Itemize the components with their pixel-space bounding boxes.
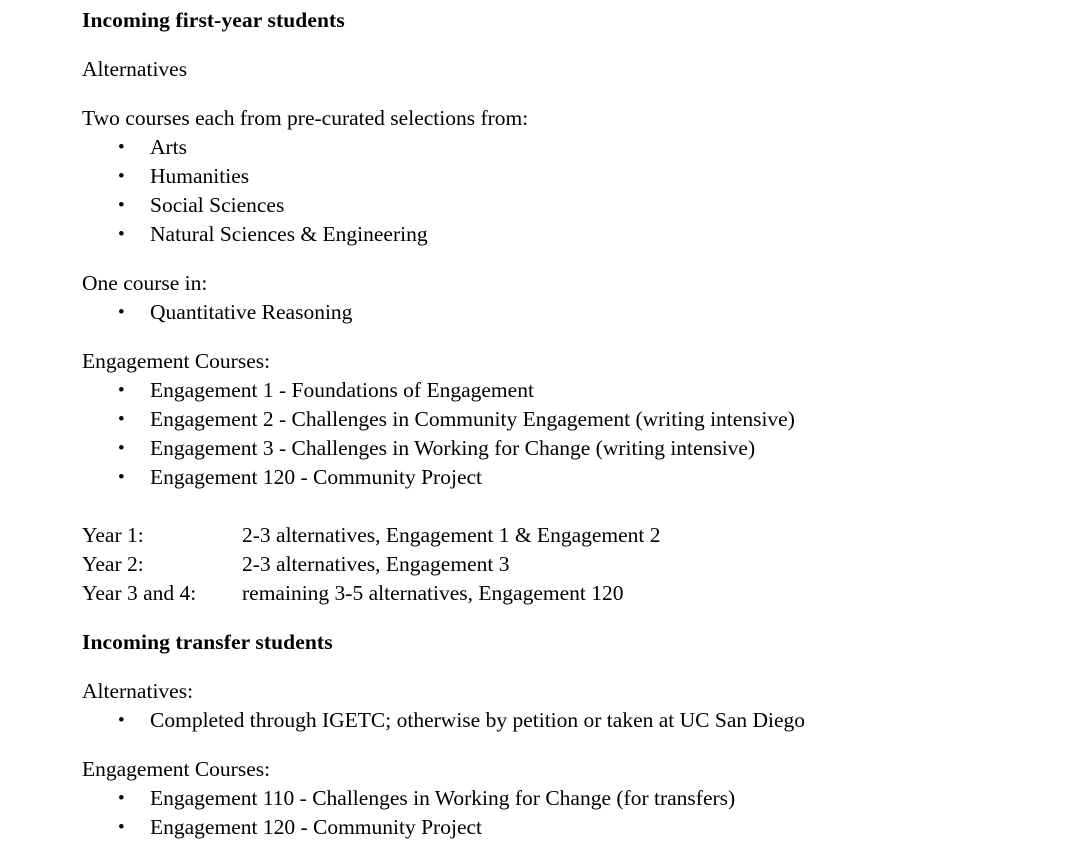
- list-item: Natural Sciences & Engineering: [82, 220, 1060, 249]
- list-item: Quantitative Reasoning: [82, 298, 1060, 327]
- group-lead-engagement-courses: Engagement Courses:: [82, 349, 271, 373]
- alternatives-label-first-year: Alternatives: [82, 57, 188, 81]
- group-lead-one-course: One course in:: [82, 271, 208, 295]
- list-item: Completed through IGETC; otherwise by pe…: [82, 706, 1060, 735]
- year-plan-table: Year 1: 2-3 alternatives, Engagement 1 &…: [82, 521, 661, 608]
- list-quantitative-reasoning: Quantitative Reasoning: [82, 298, 1060, 327]
- year-label: Year 3 and 4:: [82, 581, 197, 605]
- year-value: 2-3 alternatives, Engagement 1 & Engagem…: [242, 523, 661, 547]
- list-item: Humanities: [82, 162, 1060, 191]
- list-item: Arts: [82, 133, 1060, 162]
- group-lead-pre-curated: Two courses each from pre-curated select…: [82, 106, 529, 130]
- list-item: Engagement 1 - Foundations of Engagement: [82, 376, 1060, 405]
- list-pre-curated-areas: Arts Humanities Social Sciences Natural …: [82, 133, 1060, 249]
- list-item: Engagement 3 - Challenges in Working for…: [82, 434, 1060, 463]
- list-engagement-courses-first-year: Engagement 1 - Foundations of Engagement…: [82, 376, 1060, 492]
- list-item: Engagement 2 - Challenges in Community E…: [82, 405, 1060, 434]
- year-value: remaining 3-5 alternatives, Engagement 1…: [242, 581, 624, 605]
- year-value: 2-3 alternatives, Engagement 3: [242, 552, 510, 576]
- section-heading-first-year: Incoming first-year students: [82, 8, 345, 32]
- table-row: Year 1: 2-3 alternatives, Engagement 1 &…: [82, 521, 661, 550]
- list-transfer-alternatives: Completed through IGETC; otherwise by pe…: [82, 706, 1060, 735]
- list-engagement-courses-transfer: Engagement 110 - Challenges in Working f…: [82, 784, 1060, 842]
- group-lead-engagement-courses-transfer: Engagement Courses:: [82, 757, 271, 781]
- table-row: Year 2: 2-3 alternatives, Engagement 3: [82, 550, 661, 579]
- year-label: Year 2:: [82, 552, 144, 576]
- list-item: Engagement 120 - Community Project: [82, 463, 1060, 492]
- section-heading-transfer: Incoming transfer students: [82, 630, 333, 654]
- list-item: Engagement 110 - Challenges in Working f…: [82, 784, 1060, 813]
- table-row: Year 3 and 4: remaining 3-5 alternatives…: [82, 579, 661, 608]
- list-item: Engagement 120 - Community Project: [82, 813, 1060, 842]
- list-item: Social Sciences: [82, 191, 1060, 220]
- alternatives-label-transfer: Alternatives:: [82, 679, 194, 703]
- year-label: Year 1:: [82, 523, 144, 547]
- document-page: Incoming first-year students Alternative…: [0, 0, 1080, 859]
- document-body: Incoming first-year students Alternative…: [82, 6, 1060, 842]
